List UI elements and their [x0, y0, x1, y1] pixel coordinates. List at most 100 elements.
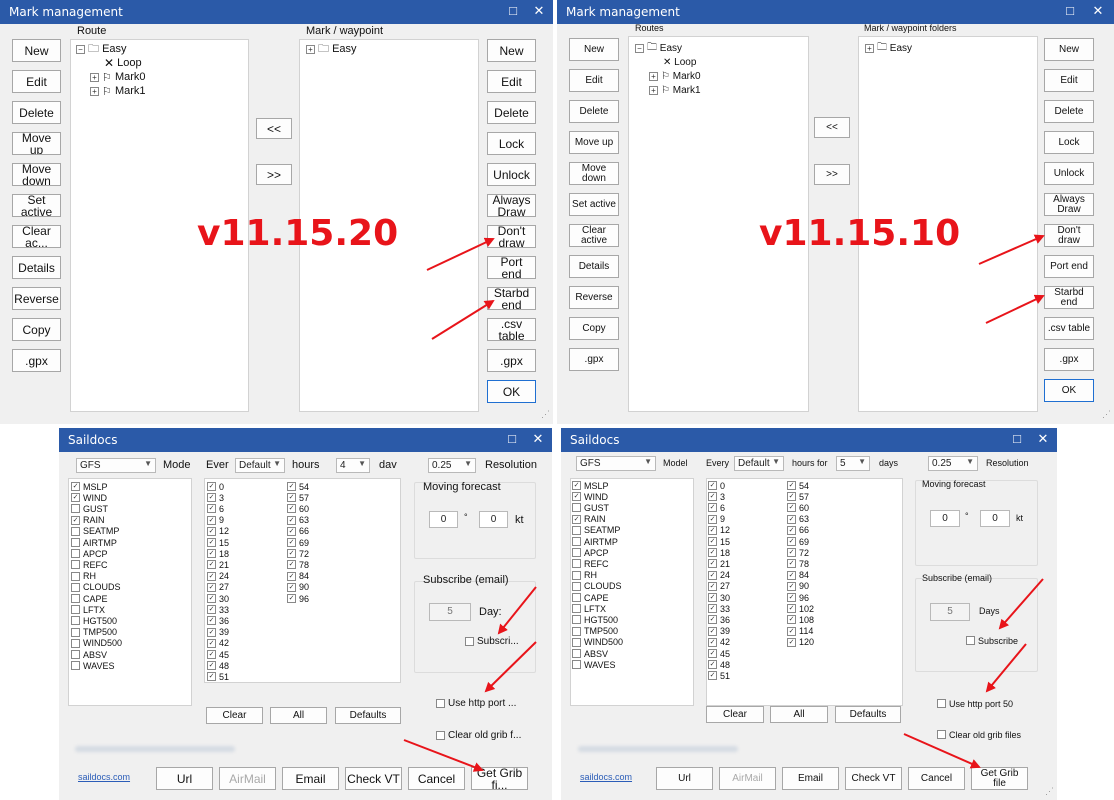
checkbox-114[interactable]: ✓ 114	[787, 626, 813, 637]
checkbox-15[interactable]: ✓ 15	[708, 536, 730, 547]
move-right-button[interactable]: >>	[256, 164, 292, 185]
csv-table-button[interactable]: .csv table	[487, 318, 536, 341]
starbd-end-button[interactable]: Starbd end	[1044, 286, 1094, 309]
checkbox-gust[interactable]: GUST	[71, 503, 108, 514]
cancel-button[interactable]: Cancel	[908, 767, 965, 790]
tree-item-mark0[interactable]: + ⚐ Mark0	[649, 69, 701, 83]
checkbox-54[interactable]: ✓ 54	[787, 480, 809, 491]
checkbox-9[interactable]: ✓ 9	[207, 515, 224, 526]
tree-item-mark1[interactable]: + ⚐ Mark1	[649, 83, 701, 97]
new-button[interactable]: New	[1044, 38, 1094, 61]
checkbox-3[interactable]: ✓ 3	[708, 491, 725, 502]
gpx-button[interactable]: .gpx	[487, 349, 536, 372]
checkbox-rain[interactable]: ✓ RAIN	[71, 515, 105, 526]
checkbox-cape[interactable]: CAPE	[71, 593, 108, 604]
checkbox-18[interactable]: ✓ 18	[708, 547, 730, 558]
checkbox-waves[interactable]: WAVES	[71, 660, 115, 671]
tree-item-easy-folder[interactable]: + 🗀 Easy	[306, 42, 357, 56]
edit-button[interactable]: Edit	[1044, 69, 1094, 92]
delete-button[interactable]: Delete	[12, 101, 61, 124]
clear-active-button[interactable]: Clear active	[569, 224, 619, 247]
check-vt-button[interactable]: Check VT	[345, 767, 402, 790]
resolution-select[interactable]: 0.25 ▼	[928, 456, 978, 471]
tree-item-easy[interactable]: − 🗀 Easy	[635, 41, 682, 55]
close-icon[interactable]: ✕	[1084, 0, 1112, 24]
maximize-icon[interactable]: □	[1056, 0, 1084, 24]
checkbox-42[interactable]: ✓ 42	[708, 637, 730, 648]
checkbox-wind500[interactable]: WIND500	[572, 637, 623, 648]
close-icon[interactable]: ✕	[524, 428, 552, 452]
checkbox-45[interactable]: ✓ 45	[708, 648, 730, 659]
clear-old-checkbox[interactable]: Clear old grib f...	[436, 730, 521, 741]
always-draw-button[interactable]: Always Draw	[1044, 193, 1094, 216]
checkbox-69[interactable]: ✓ 69	[287, 537, 309, 548]
set-active-button[interactable]: Set active	[569, 193, 619, 216]
subscribe-days-input[interactable]: 5	[429, 603, 471, 621]
checkbox-102[interactable]: ✓ 102	[787, 603, 814, 614]
checkbox-33[interactable]: ✓ 33	[708, 603, 730, 614]
move-up-button[interactable]: Move up	[12, 132, 61, 155]
lock-button[interactable]: Lock	[1044, 131, 1094, 154]
tree-item-mark1[interactable]: + ⚐ Mark1	[90, 84, 146, 98]
get-grib-fi-button[interactable]: Get Grib fi...	[471, 767, 528, 790]
model-select[interactable]: GFS ▼	[576, 456, 656, 471]
checkbox-rh[interactable]: RH	[71, 571, 96, 582]
move-left-button[interactable]: <<	[814, 117, 850, 138]
clear-button[interactable]: Clear	[706, 706, 764, 723]
checkbox-33[interactable]: ✓ 33	[207, 604, 229, 615]
checkbox-0[interactable]: ✓ 0	[708, 480, 725, 491]
ok-button[interactable]: OK	[487, 380, 536, 403]
reverse-button[interactable]: Reverse	[569, 286, 619, 309]
checkbox-waves[interactable]: WAVES	[572, 659, 616, 670]
check-vt-button[interactable]: Check VT	[845, 767, 902, 790]
checkbox-72[interactable]: ✓ 72	[787, 547, 809, 558]
clear-old-checkbox[interactable]: Clear old grib files	[937, 729, 1021, 740]
details-button[interactable]: Details	[569, 255, 619, 278]
subscribe-days-input[interactable]: 5	[930, 603, 970, 621]
new-button[interactable]: New	[569, 38, 619, 61]
move-right-button[interactable]: >>	[814, 164, 850, 185]
tree-item-easy[interactable]: − 🗀 Easy	[76, 42, 127, 56]
ok-button[interactable]: OK	[1044, 379, 1094, 402]
tree-item-loop[interactable]: ✕ Loop	[663, 55, 696, 69]
checkbox-clouds[interactable]: CLOUDS	[71, 582, 121, 593]
maximize-icon[interactable]: □	[499, 0, 527, 24]
checkbox-39[interactable]: ✓ 39	[207, 627, 229, 638]
reverse-button[interactable]: Reverse	[12, 287, 61, 310]
checkbox-rain[interactable]: ✓ RAIN	[572, 514, 606, 525]
checkbox-airtmp[interactable]: AIRTMP	[572, 536, 618, 547]
days-select[interactable]: 5 ▼	[836, 456, 870, 471]
starbd-end-button[interactable]: Starbd end	[487, 287, 536, 310]
checkbox-45[interactable]: ✓ 45	[207, 649, 229, 660]
http-port-checkbox[interactable]: Use http port 50	[937, 698, 1013, 709]
move-down-button[interactable]: Move down	[12, 163, 61, 186]
checkbox-9[interactable]: ✓ 9	[708, 514, 725, 525]
checkbox-wind[interactable]: ✓ WIND	[71, 492, 107, 503]
don-t-draw-button[interactable]: Don't draw	[1044, 224, 1094, 247]
edit-button[interactable]: Edit	[487, 70, 536, 93]
checkbox-12[interactable]: ✓ 12	[708, 525, 730, 536]
checkbox-lftx[interactable]: LFTX	[71, 604, 105, 615]
checkbox-42[interactable]: ✓ 42	[207, 638, 229, 649]
checkbox-48[interactable]: ✓ 48	[708, 659, 730, 670]
checkbox-66[interactable]: ✓ 66	[287, 526, 309, 537]
all-button[interactable]: All	[770, 706, 828, 723]
clear-ac-button[interactable]: Clear ac...	[12, 225, 61, 248]
checkbox-60[interactable]: ✓ 60	[787, 502, 809, 513]
cancel-button[interactable]: Cancel	[408, 767, 465, 790]
checkbox-21[interactable]: ✓ 21	[708, 558, 730, 569]
checkbox-120[interactable]: ✓ 120	[787, 637, 814, 648]
checkbox-6[interactable]: ✓ 6	[207, 503, 224, 514]
checkbox-24[interactable]: ✓ 24	[708, 570, 730, 581]
csv-table-button[interactable]: .csv table	[1044, 317, 1094, 340]
checkbox-6[interactable]: ✓ 6	[708, 502, 725, 513]
gpx-button[interactable]: .gpx	[1044, 348, 1094, 371]
checkbox-66[interactable]: ✓ 66	[787, 525, 809, 536]
model-select[interactable]: GFS ▼	[76, 458, 156, 473]
resize-grip[interactable]: ⋰	[1045, 786, 1054, 797]
url-button[interactable]: Url	[156, 767, 213, 790]
days-select[interactable]: 4 ▼	[336, 458, 370, 473]
checkbox-3[interactable]: ✓ 3	[207, 492, 224, 503]
checkbox-rh[interactable]: RH	[572, 570, 597, 581]
move-left-button[interactable]: <<	[256, 118, 292, 139]
